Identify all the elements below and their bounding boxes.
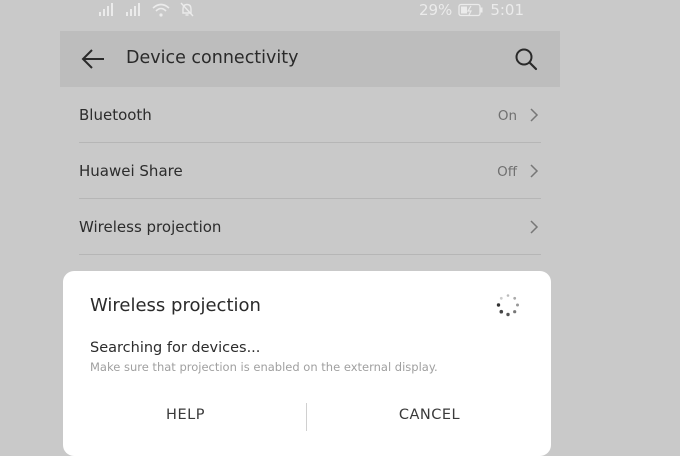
status-time: 5:01 [490,1,524,19]
chevron-right-icon [530,108,539,122]
settings-item-label: Bluetooth [79,106,152,124]
button-divider [306,403,307,431]
chevron-right-icon [530,164,539,178]
battery-charging-icon [458,3,483,17]
toolbar: Device connectivity [60,31,560,87]
status-left-icons [98,2,195,17]
signal-icon-secondary [126,2,140,16]
bell-muted-icon [180,2,194,17]
search-icon[interactable] [514,47,538,71]
help-button[interactable]: HELP [63,395,308,435]
battery-percent: 29% [418,1,453,19]
page-title: Device connectivity [126,48,299,68]
signal-icon [99,2,113,16]
settings-item-label: Wireless projection [79,218,222,236]
wifi-icon [152,3,170,17]
cancel-button[interactable]: CANCEL [308,395,551,435]
settings-item-huawei-share[interactable]: Huawei Share Off [79,143,541,199]
settings-item-value: Off [497,164,517,180]
dialog-message: Searching for devices... [90,340,261,356]
dialog-title: Wireless projection [90,295,261,316]
settings-item-bluetooth[interactable]: Bluetooth On [79,87,541,143]
settings-item-label: Huawei Share [79,162,183,180]
settings-list: Bluetooth On Huawei Share Off Wireless p… [60,87,560,255]
loading-spinner-icon [496,294,519,317]
status-right-info: 29% 5:01 [419,1,524,19]
settings-item-value: On [497,108,517,124]
chevron-right-icon [530,220,539,234]
projection-dialog: Wireless projection Searching for device… [63,271,551,456]
dialog-hint: Make sure that projection is enabled on … [90,360,438,374]
status-bar: 29% 5:01 [60,0,560,24]
settings-item-wireless-projection[interactable]: Wireless projection [79,199,541,255]
arrow-left-icon[interactable] [80,47,106,71]
